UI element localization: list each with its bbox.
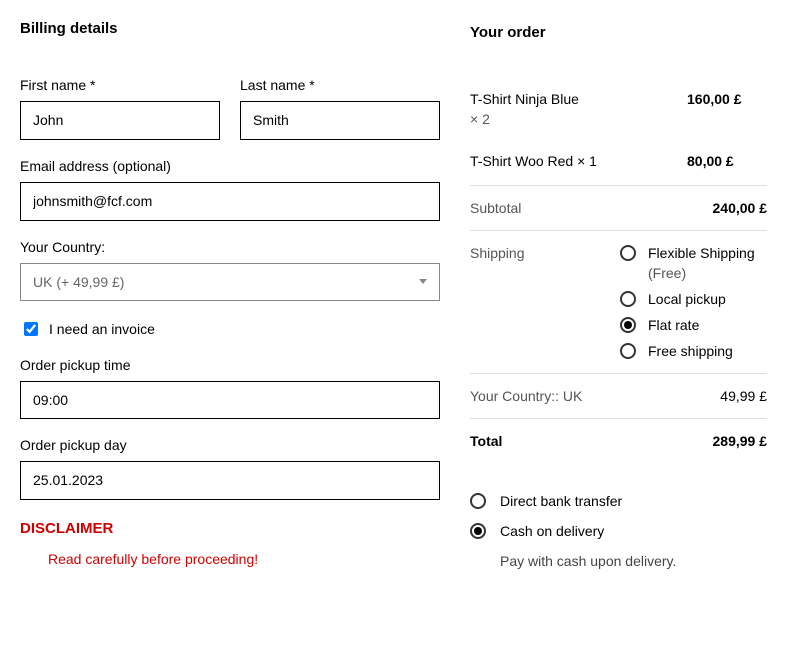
radio-icon [470,523,486,539]
radio-icon [620,291,636,307]
shipping-option[interactable]: Flexible Shipping [620,245,767,261]
first-name-label: First name * [20,77,220,93]
order-item: T-Shirt Woo Red × 1 80,00 £ [470,143,767,186]
country-label: Your Country: [20,239,440,255]
shipping-option-sublabel: (Free) [648,265,767,281]
shipping-option-label: Free shipping [648,343,733,359]
order-item-price: 160,00 £ [687,91,767,127]
order-item-name: T-Shirt Ninja Blue [470,91,579,107]
total-row: Total 289,99 £ [470,419,767,463]
order-item-name: T-Shirt Woo Red × 1 [470,153,597,169]
pickup-day-label: Order pickup day [20,437,440,453]
order-item-qty: × 2 [470,111,579,127]
country-fee-label: Your Country:: UK [470,388,582,404]
payment-option[interactable]: Cash on delivery [470,523,767,539]
payment-option-label: Cash on delivery [500,523,604,539]
disclaimer-text: Read carefully before proceeding! [48,551,440,567]
billing-section: Billing details First name * Last name *… [20,20,440,569]
shipping-label: Shipping [470,245,620,359]
payment-option[interactable]: Direct bank transfer [470,493,767,509]
shipping-option[interactable]: Flat rate [620,317,767,333]
shipping-row: Shipping Flexible Shipping (Free) Local … [470,231,767,374]
email-input[interactable] [20,182,440,221]
subtotal-label: Subtotal [470,200,521,216]
invoice-label: I need an invoice [49,321,155,337]
shipping-option-label: Flexible Shipping [648,245,755,261]
shipping-option-label: Flat rate [648,317,699,333]
subtotal-row: Subtotal 240,00 £ [470,186,767,231]
pickup-day-input[interactable] [20,461,440,500]
pickup-time-input[interactable] [20,381,440,420]
radio-icon [620,343,636,359]
last-name-input[interactable] [240,101,440,140]
invoice-checkbox[interactable] [24,322,38,336]
country-fee-value: 49,99 £ [720,388,767,404]
last-name-label: Last name * [240,77,440,93]
email-label: Email address (optional) [20,158,440,174]
pickup-time-label: Order pickup time [20,357,440,373]
subtotal-value: 240,00 £ [713,200,768,216]
payment-option-desc: Pay with cash upon delivery. [500,553,767,569]
country-select-value: UK (+ 49,99 £) [33,274,124,290]
order-item: T-Shirt Ninja Blue × 2 160,00 £ [470,81,767,143]
shipping-option[interactable]: Local pickup [620,291,767,307]
country-select[interactable]: UK (+ 49,99 £) [20,263,440,301]
shipping-option-label: Local pickup [648,291,726,307]
billing-heading: Billing details [20,20,440,37]
payment-option-label: Direct bank transfer [500,493,622,509]
order-item-price: 80,00 £ [687,153,767,169]
total-label: Total [470,433,502,449]
chevron-down-icon [419,279,427,284]
disclaimer-heading: DISCLAIMER [20,520,440,537]
shipping-option[interactable]: Free shipping [620,343,767,359]
total-value: 289,99 £ [713,433,768,449]
country-fee-row: Your Country:: UK 49,99 £ [470,374,767,419]
first-name-input[interactable] [20,101,220,140]
radio-icon [470,493,486,509]
radio-icon [620,317,636,333]
radio-icon [620,245,636,261]
payment-section: Direct bank transfer Cash on delivery Pa… [470,493,767,569]
order-heading: Your order [470,24,767,41]
order-section: Your order T-Shirt Ninja Blue × 2 160,00… [470,20,767,569]
